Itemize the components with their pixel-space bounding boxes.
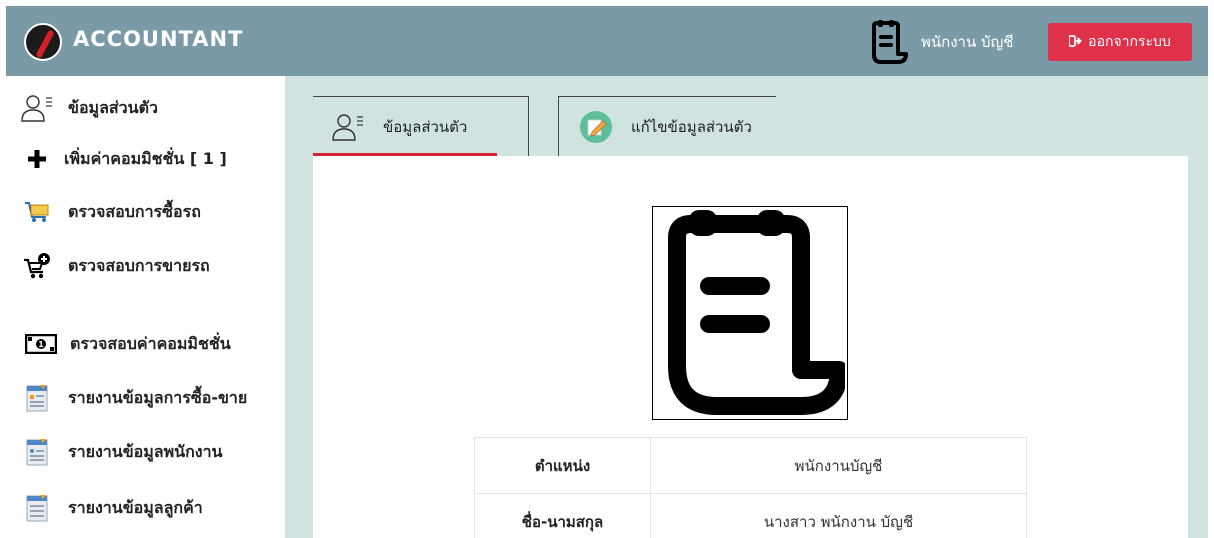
sidebar-item-label: รายงานข้อมูลลูกค้า [68,497,203,517]
money-icon: 1 [24,327,58,361]
table-row: ตำแหน่ง พนักงานบัญชี [474,437,1027,494]
user-profile-icon [331,112,365,142]
sidebar-item-check-sales[interactable]: ตรวจสอบการขายรถ [20,246,210,286]
profile-panel: ตำแหน่ง พนักงานบัญชี ชื่อ-นามสกุล นางสาว… [313,156,1188,538]
cart-icon [20,195,54,229]
sidebar-item-report-customers[interactable]: รายงานข้อมูลลูกค้า [20,488,203,528]
row-value-position: พนักงานบัญชี [650,437,1027,494]
sidebar-item-check-commission[interactable]: 1 ตรวจสอบค่าคอมมิชชั่น [24,324,231,364]
plus-icon [26,142,48,176]
user-profile-icon [20,91,54,125]
document-user-icon [668,210,845,415]
sidebar-item-profile[interactable]: ข้อมูลส่วนตัว [20,88,158,128]
sidebar: ข้อมูลส่วนตัว เพิ่มค่าคอมมิชชั่น [ 1 ] ต… [6,76,285,538]
sidebar-item-label: ตรวจสอบการขายรถ [68,255,210,275]
edit-icon [579,110,613,144]
sidebar-item-label: ข้อมูลส่วนตัว [68,97,158,117]
svg-text:1: 1 [38,340,44,349]
cart-add-icon [20,249,54,283]
sign-out-icon [1068,34,1083,50]
logout-button[interactable]: ออกจากระบบ [1048,23,1192,61]
tab-edit-profile[interactable]: แก้ไขข้อมูลส่วนตัว [558,96,776,156]
profile-tabs: ข้อมูลส่วนตัว แก้ไขข้อมูลส่วนตัว [313,96,1188,156]
report-icon [20,435,54,469]
tab-profile[interactable]: ข้อมูลส่วนตัว [313,96,529,156]
logout-label: ออกจากระบบ [1088,34,1171,50]
sidebar-item-check-purchase[interactable]: ตรวจสอบการซื้อรถ [20,192,201,232]
profile-picture [652,206,848,420]
tab-label: แก้ไขข้อมูลส่วนตัว [631,117,752,136]
sidebar-item-label: เพิ่มค่าคอมมิชชั่น [ 1 ] [64,148,227,168]
table-row: ชื่อ-นามสกุล นางสาว พนักงาน บัญชี [474,493,1027,538]
app-frame: ACCOUNTANT พนักงาน บัญชี ออกจากระบบ ข้อม… [6,6,1208,538]
report-icon [20,381,54,415]
row-label-position: ตำแหน่ง [474,437,651,494]
sidebar-item-label: ตรวจสอบการซื้อรถ [68,201,201,221]
row-value-fullname: นางสาว พนักงาน บัญชี [650,493,1027,538]
sidebar-item-label: ตรวจสอบค่าคอมมิชชั่น [70,333,231,353]
company-logo [24,23,62,61]
main-content: ข้อมูลส่วนตัว แก้ไขข้อมูลส่วนตัว ตำแหน่ง… [285,76,1208,538]
sidebar-item-add-commission[interactable]: เพิ่มค่าคอมมิชชั่น [ 1 ] [26,139,227,179]
document-user-icon [872,20,908,64]
sidebar-item-label: รายงานข้อมูลพนักงาน [68,441,223,461]
sidebar-item-label: รายงานข้อมูลการซื้อ-ขาย [68,387,248,407]
report-icon [20,491,54,525]
tab-label: ข้อมูลส่วนตัว [383,117,468,136]
app-title: ACCOUNTANT [73,27,244,51]
logged-in-user-name: พนักงาน บัญชี [921,33,1014,51]
sidebar-item-report-trade[interactable]: รายงานข้อมูลการซื้อ-ขาย [20,378,247,418]
row-label-fullname: ชื่อ-นามสกุล [474,493,651,538]
profile-info-table: ตำแหน่ง พนักงานบัญชี ชื่อ-นามสกุล นางสาว… [474,437,1027,538]
top-header: ACCOUNTANT พนักงาน บัญชี ออกจากระบบ [6,6,1208,76]
sidebar-item-report-employees[interactable]: รายงานข้อมูลพนักงาน [20,432,223,472]
